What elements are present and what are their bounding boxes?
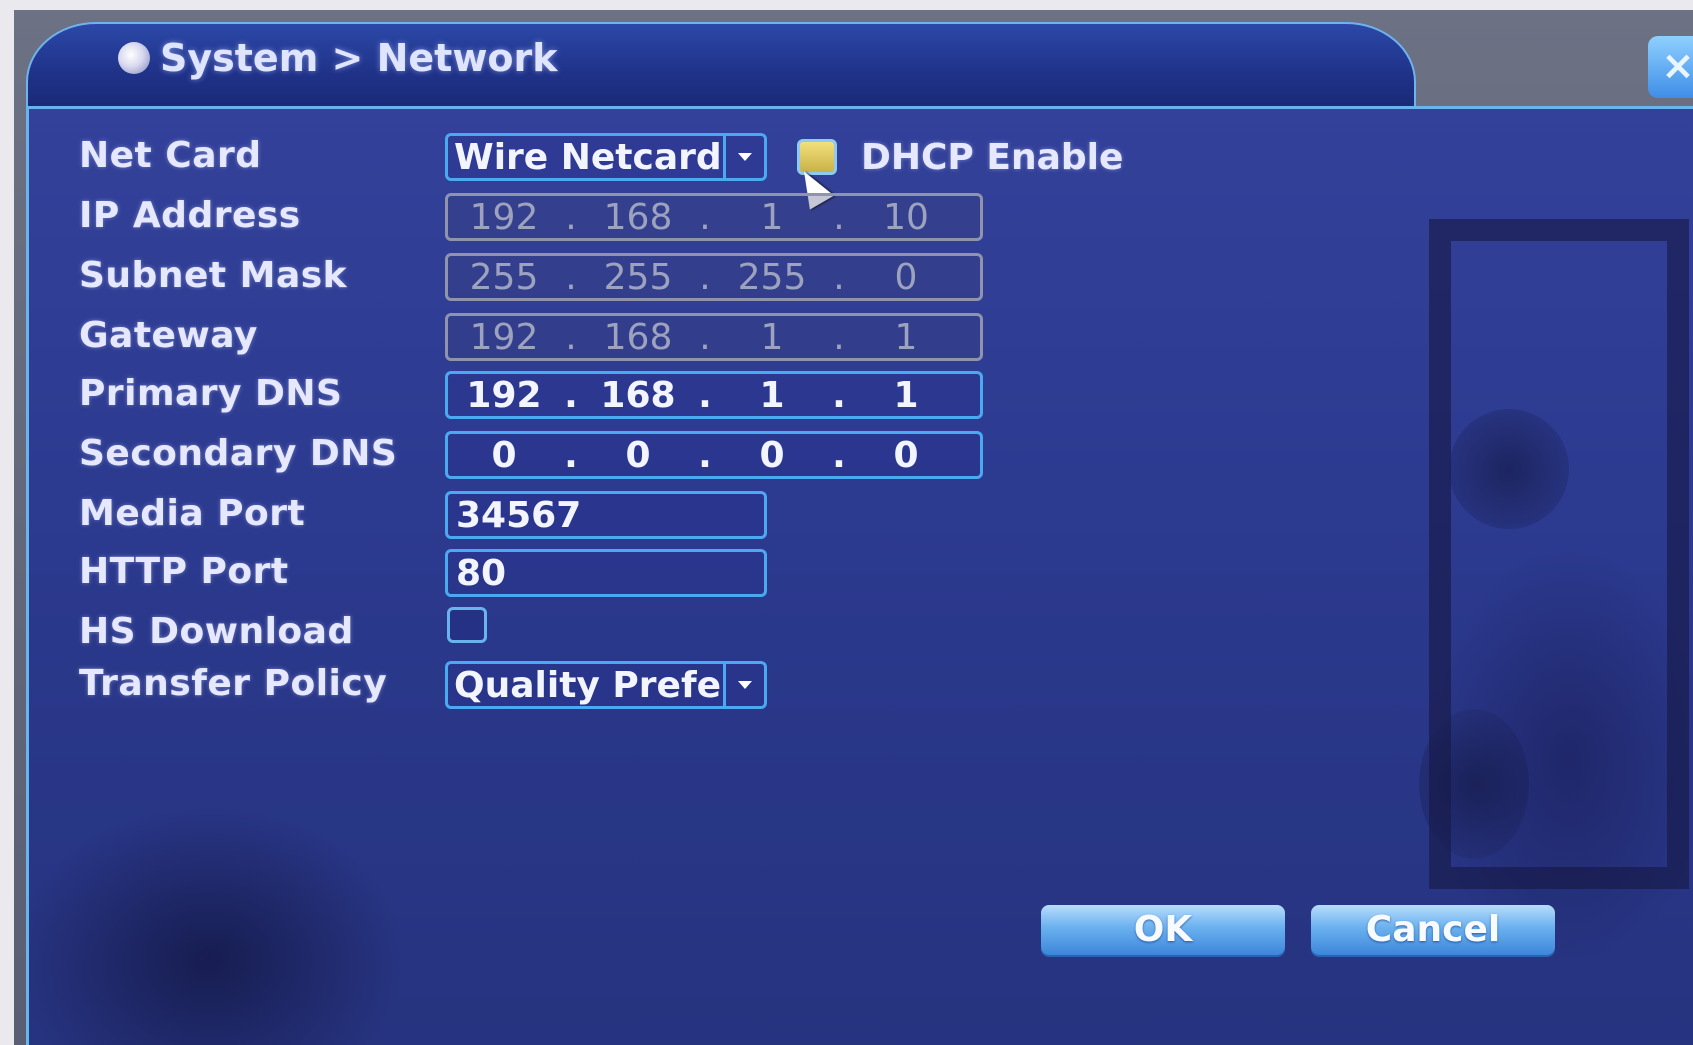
ok-button[interactable]: OK: [1041, 905, 1285, 955]
mask-octet-1: 255: [469, 256, 539, 298]
octet-separator: .: [833, 196, 845, 238]
http-port-input[interactable]: 80: [445, 549, 767, 597]
chevron-down-icon[interactable]: [723, 136, 764, 178]
background-video-object: [1449, 409, 1569, 529]
transfer-policy-value: Quality Prefe: [454, 664, 722, 706]
ip-octet-1: 192: [469, 196, 539, 238]
primary-dns-field[interactable]: 192. 168. 1. 1: [445, 371, 983, 419]
gateway-octet-3: 1: [760, 316, 784, 358]
gateway-field[interactable]: 192. 168. 1. 1: [445, 313, 983, 361]
http-port-label: HTTP Port: [79, 551, 289, 592]
close-button[interactable]: ×: [1648, 36, 1693, 98]
net-card-value: Wire Netcard: [454, 136, 722, 178]
media-port-input[interactable]: 34567: [445, 491, 767, 539]
net-card-select[interactable]: Wire Netcard: [445, 133, 767, 181]
network-dialog: System > Network × Net Card Wire Netcard…: [18, 22, 1693, 1045]
octet-separator: .: [832, 434, 846, 476]
background-video-object: [1419, 709, 1529, 859]
primary-dns-octet-4: 1: [893, 374, 919, 416]
secondary-dns-octet-1: 0: [491, 434, 517, 476]
title-bar: System > Network: [26, 22, 1416, 108]
dialog-title: System > Network: [118, 36, 558, 80]
net-card-label: Net Card: [79, 135, 262, 176]
primary-dns-octet-1: 192: [466, 374, 542, 416]
mask-octet-2: 255: [603, 256, 673, 298]
subnet-mask-label: Subnet Mask: [79, 255, 348, 296]
mask-octet-4: 0: [894, 256, 918, 298]
ip-octet-2: 168: [603, 196, 673, 238]
settings-panel: Net Card Wire Netcard DHCP Enable IP Add…: [26, 106, 1693, 1045]
ip-octet-3: 1: [760, 196, 784, 238]
octet-separator: .: [565, 196, 577, 238]
octet-separator: .: [565, 316, 577, 358]
primary-dns-octet-3: 1: [759, 374, 785, 416]
secondary-dns-octet-4: 0: [893, 434, 919, 476]
mask-octet-3: 255: [737, 256, 807, 298]
ip-address-field[interactable]: 192. 168. 1. 10: [445, 193, 983, 241]
octet-separator: .: [833, 316, 845, 358]
chevron-down-icon[interactable]: [723, 664, 764, 706]
primary-dns-octet-2: 168: [600, 374, 676, 416]
transfer-policy-select[interactable]: Quality Prefe: [445, 661, 767, 709]
octet-separator: .: [698, 374, 712, 416]
cancel-button[interactable]: Cancel: [1311, 905, 1555, 955]
secondary-dns-field[interactable]: 0. 0. 0. 0: [445, 431, 983, 479]
dhcp-enable-label: DHCP Enable: [861, 137, 1124, 178]
ip-octet-4: 10: [883, 196, 929, 238]
secondary-dns-label: Secondary DNS: [79, 433, 398, 474]
octet-separator: .: [564, 434, 578, 476]
dialog-title-text: System > Network: [160, 36, 558, 80]
octet-separator: .: [564, 374, 578, 416]
gateway-octet-1: 192: [469, 316, 539, 358]
octet-separator: .: [699, 316, 711, 358]
octet-separator: .: [699, 256, 711, 298]
screen: System > Network × Net Card Wire Netcard…: [14, 10, 1693, 1045]
hs-download-checkbox[interactable]: [447, 607, 487, 643]
gateway-octet-2: 168: [603, 316, 673, 358]
primary-dns-label: Primary DNS: [79, 373, 343, 414]
media-port-label: Media Port: [79, 493, 306, 534]
octet-separator: .: [833, 256, 845, 298]
octet-separator: .: [699, 196, 711, 238]
system-icon: [118, 42, 150, 74]
transfer-policy-label: Transfer Policy: [79, 663, 388, 704]
octet-separator: .: [832, 374, 846, 416]
ip-address-label: IP Address: [79, 195, 301, 236]
octet-separator: .: [698, 434, 712, 476]
gateway-label: Gateway: [79, 315, 258, 356]
octet-separator: .: [565, 256, 577, 298]
hs-download-label: HS Download: [79, 611, 354, 652]
gateway-octet-4: 1: [894, 316, 918, 358]
subnet-mask-field[interactable]: 255. 255. 255. 0: [445, 253, 983, 301]
secondary-dns-octet-3: 0: [759, 434, 785, 476]
secondary-dns-octet-2: 0: [625, 434, 651, 476]
